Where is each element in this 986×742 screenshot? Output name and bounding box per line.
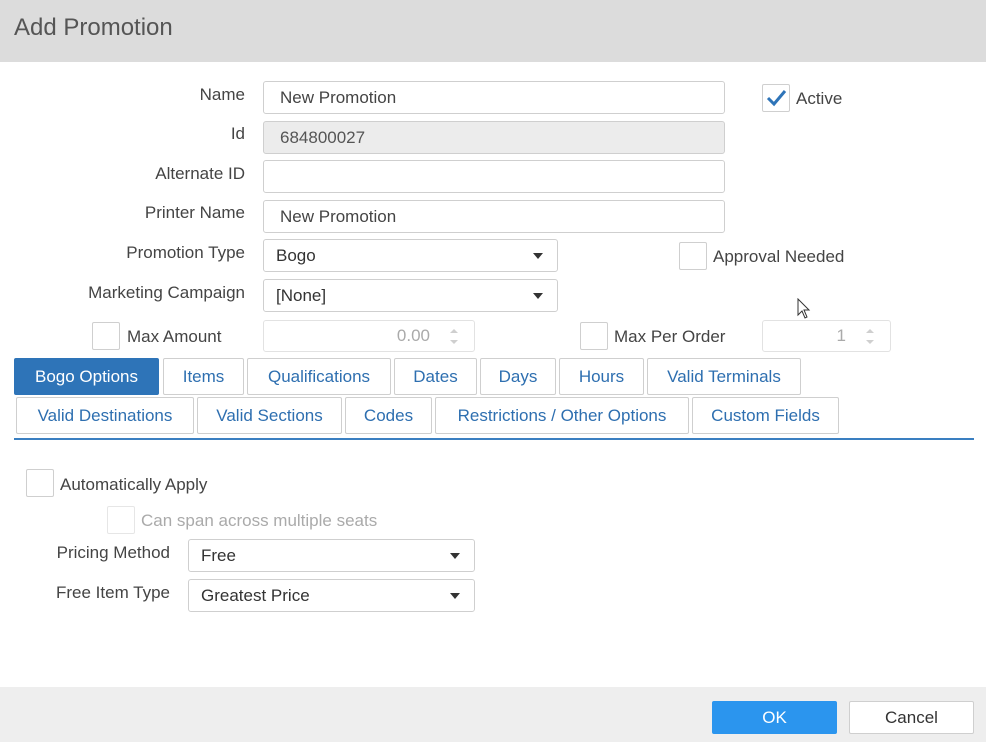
id-field xyxy=(263,121,725,154)
promotion-type-label: Promotion Type xyxy=(126,243,245,262)
max-per-order-spinner[interactable]: 1 xyxy=(762,320,891,352)
automatically-apply-label: Automatically Apply xyxy=(60,475,208,494)
automatically-apply-checkbox[interactable] xyxy=(26,469,54,497)
max-amount-label: Max Amount xyxy=(127,327,222,346)
tab-items[interactable]: Items xyxy=(163,358,244,395)
marketing-campaign-select[interactable]: [None] xyxy=(263,279,558,312)
pricing-method-value: Free xyxy=(201,546,236,565)
dialog-footer: OK Cancel xyxy=(0,687,986,742)
tab-valid-destinations[interactable]: Valid Destinations xyxy=(16,397,194,434)
checkmark-icon xyxy=(766,90,787,107)
approval-needed-checkbox[interactable] xyxy=(679,242,707,270)
free-item-type-label: Free Item Type xyxy=(55,583,170,602)
max-per-order-value: 1 xyxy=(836,326,846,345)
dialog-title: Add Promotion xyxy=(14,14,173,41)
tab-days[interactable]: Days xyxy=(480,358,556,395)
marketing-campaign-value: [None] xyxy=(276,286,327,305)
dialog-titlebar: Add Promotion xyxy=(0,0,986,62)
span-seats-label: Can span across multiple seats xyxy=(141,511,378,530)
cancel-button[interactable]: Cancel xyxy=(849,701,974,734)
pricing-method-label: Pricing Method xyxy=(56,543,170,562)
marketing-campaign-label: Marketing Campaign xyxy=(88,283,245,302)
spinner-up-icon[interactable] xyxy=(450,329,458,333)
alternate-id-input[interactable] xyxy=(263,160,725,193)
max-per-order-label: Max Per Order xyxy=(614,327,726,346)
chevron-down-icon xyxy=(533,253,543,259)
approval-needed-label: Approval Needed xyxy=(713,247,845,266)
tab-restrictions-other-options[interactable]: Restrictions / Other Options xyxy=(435,397,689,434)
max-amount-checkbox[interactable] xyxy=(92,322,120,350)
active-label: Active xyxy=(796,89,843,108)
printer-name-input[interactable] xyxy=(263,200,725,233)
promotion-type-value: Bogo xyxy=(276,246,316,265)
spinner-down-icon[interactable] xyxy=(450,340,458,344)
name-input[interactable] xyxy=(263,81,725,114)
tab-bogo-options[interactable]: Bogo Options xyxy=(14,358,159,395)
id-label: Id xyxy=(230,124,245,143)
tab-qualifications[interactable]: Qualifications xyxy=(247,358,391,395)
chevron-down-icon xyxy=(533,293,543,299)
spinner-down-icon[interactable] xyxy=(866,340,874,344)
max-amount-spinner[interactable]: 0.00 xyxy=(263,320,475,352)
tab-valid-terminals[interactable]: Valid Terminals xyxy=(647,358,801,395)
tab-dates[interactable]: Dates xyxy=(394,358,477,395)
free-item-type-value: Greatest Price xyxy=(201,586,310,605)
name-label: Name xyxy=(199,85,245,104)
span-seats-checkbox[interactable] xyxy=(107,506,135,534)
alternate-id-label: Alternate ID xyxy=(155,164,245,183)
tab-custom-fields[interactable]: Custom Fields xyxy=(692,397,839,434)
max-amount-value: 0.00 xyxy=(396,326,430,345)
max-per-order-checkbox[interactable] xyxy=(580,322,608,350)
chevron-down-icon xyxy=(450,593,460,599)
printer-name-label: Printer Name xyxy=(144,203,245,222)
ok-button[interactable]: OK xyxy=(712,701,837,734)
promotion-type-select[interactable]: Bogo xyxy=(263,239,558,272)
tab-valid-sections[interactable]: Valid Sections xyxy=(197,397,342,434)
mouse-pointer-icon xyxy=(797,298,811,319)
tab-codes[interactable]: Codes xyxy=(345,397,432,434)
pricing-method-select[interactable]: Free xyxy=(188,539,475,572)
active-checkbox[interactable] xyxy=(762,84,790,112)
spinner-up-icon[interactable] xyxy=(866,329,874,333)
free-item-type-select[interactable]: Greatest Price xyxy=(188,579,475,612)
tab-divider xyxy=(14,438,974,440)
tab-hours[interactable]: Hours xyxy=(559,358,644,395)
chevron-down-icon xyxy=(450,553,460,559)
